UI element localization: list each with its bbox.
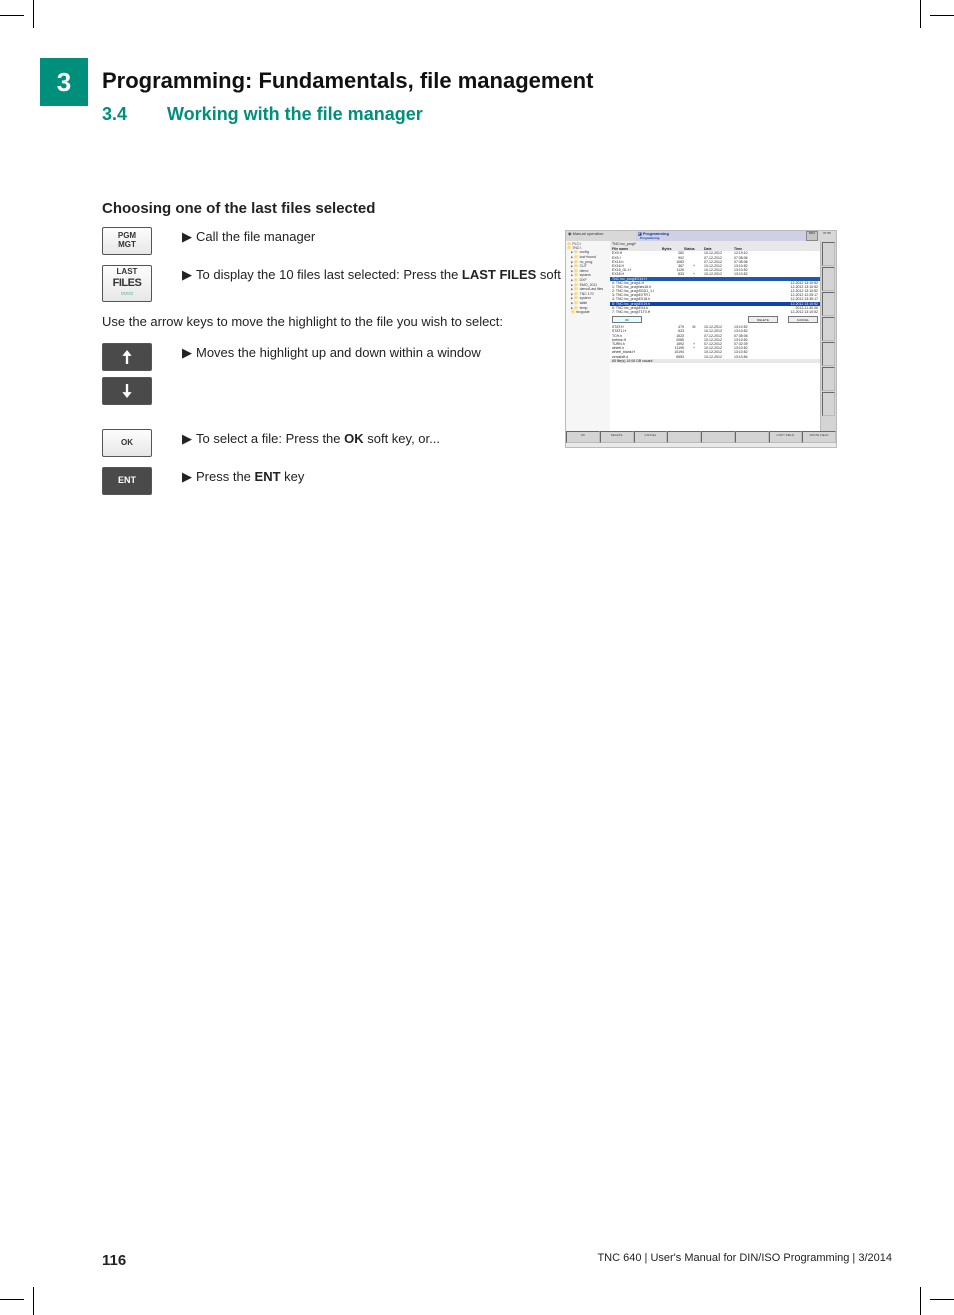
section-title: Working with the file manager: [167, 104, 423, 124]
chapter-title: Programming: Fundamentals, file manageme…: [102, 68, 593, 94]
ss-file-panel: TNC:\nc_prog\* File nameBytesStatusDateT…: [610, 241, 820, 431]
screenshot-figure: ◉ Manual operation ◪ Programming Program…: [565, 230, 837, 448]
crop-mark: [0, 1299, 24, 1300]
ss-softkey[interactable]: PASTE FIELD: [802, 431, 836, 443]
ss-dialog-buttons: OK DELETE CANCEL: [610, 314, 820, 325]
chapter-number-box: 3: [40, 58, 88, 106]
subsection-heading: Choosing one of the last files selected: [102, 200, 862, 217]
page: 3 Programming: Fundamentals, file manage…: [0, 0, 954, 1315]
section-number: 3.4: [102, 104, 162, 125]
ss-dnc-box: DNC: [806, 231, 818, 241]
crop-mark: [33, 0, 34, 28]
key-label: OK: [121, 439, 133, 448]
ss-delete-button[interactable]: DELETE: [748, 316, 778, 323]
bullet-arrow-icon: ▶: [182, 467, 196, 487]
bullet-arrow-icon: ▶: [182, 227, 196, 247]
step-text: Press the ENT key: [196, 469, 304, 484]
crop-mark: [0, 15, 24, 16]
last-files-softkey: LAST FILES ▫▫▫▫: [102, 265, 152, 302]
page-number: 116: [102, 1252, 126, 1269]
crop-mark: [920, 1287, 921, 1315]
ent-key: ENT: [102, 467, 152, 495]
ss-file-rows: STAT.H479M10-12-201213:10:52STAT1.H62310…: [610, 325, 820, 359]
ss-softkey[interactable]: CANCEL: [634, 431, 668, 443]
page-footer: 116 TNC 640 | User's Manual for DIN/ISO …: [102, 1252, 892, 1269]
step-text: Call the file manager: [196, 229, 315, 244]
key-label: MGT: [118, 241, 136, 250]
ss-softkey-bar: OKDELETECANCEL COPY FIELDPASTE FIELD: [566, 431, 836, 443]
ss-softkey[interactable]: COPY FIELD: [769, 431, 803, 443]
ss-softkey[interactable]: [667, 431, 701, 443]
ss-mode-sub: Programming: [638, 237, 804, 241]
ss-softkey[interactable]: OK: [566, 431, 600, 443]
ss-mode-right: ◪ Programming Programming: [636, 231, 806, 241]
ss-file-rows: EX9.H28210-12-201212:19:10EX9.I90207-12-…: [610, 251, 820, 276]
files-icon: ▫▫▫▫: [121, 289, 134, 299]
ss-folder-tree: 📁 PLC:\📁 TNC:\📁 config📁 lost+found📁 nc_p…: [566, 241, 610, 431]
arrow-down-icon: [121, 384, 133, 398]
ss-softkey[interactable]: [701, 431, 735, 443]
ss-clock: 07:35: [818, 231, 836, 241]
section-heading: 3.4 Working with the file manager: [102, 104, 423, 125]
key-label: LAST: [117, 268, 138, 277]
bullet-arrow-icon: ▶: [182, 429, 196, 449]
ss-mode-left: ◉ Manual operation: [566, 231, 636, 241]
crop-mark: [920, 0, 921, 28]
arrow-up-key: [102, 343, 152, 371]
ss-softkey[interactable]: [735, 431, 769, 443]
bullet-arrow-icon: ▶: [182, 343, 196, 363]
key-label: ENT: [118, 476, 136, 486]
step-text: Moves the highlight up and down within a…: [196, 345, 481, 360]
bullet-arrow-icon: ▶: [182, 265, 196, 285]
crop-mark: [930, 15, 954, 16]
ss-cancel-button[interactable]: CANCEL: [788, 316, 818, 323]
crop-mark: [33, 1287, 34, 1315]
step-text: To select a file: Press the OK soft key,…: [196, 431, 440, 446]
ss-ok-button[interactable]: OK: [612, 316, 642, 323]
body-paragraph: Use the arrow keys to move the highlight…: [102, 312, 542, 332]
ss-side-panel: [820, 241, 836, 431]
crop-mark: [930, 1299, 954, 1300]
pgm-mgt-key: PGM MGT: [102, 227, 152, 255]
ss-status-line: 65 file(s) 19.06 GB vacant: [610, 359, 820, 363]
ss-last-files-dialog: 0: TNC:\nc_prog\1.H12-2012 13:10:521: TN…: [610, 281, 820, 315]
step-text: To display the 10 files last selected: P…: [196, 267, 587, 282]
arrow-up-icon: [121, 350, 133, 364]
ss-softkey[interactable]: DELETE: [600, 431, 634, 443]
arrow-down-key: [102, 377, 152, 405]
step-row: ENT ▶Press the ENT key: [102, 467, 862, 495]
ok-softkey: OK: [102, 429, 152, 457]
ss-titlebar: ◉ Manual operation ◪ Programming Program…: [566, 231, 836, 241]
footer-text: TNC 640 | User's Manual for DIN/ISO Prog…: [597, 1252, 892, 1269]
